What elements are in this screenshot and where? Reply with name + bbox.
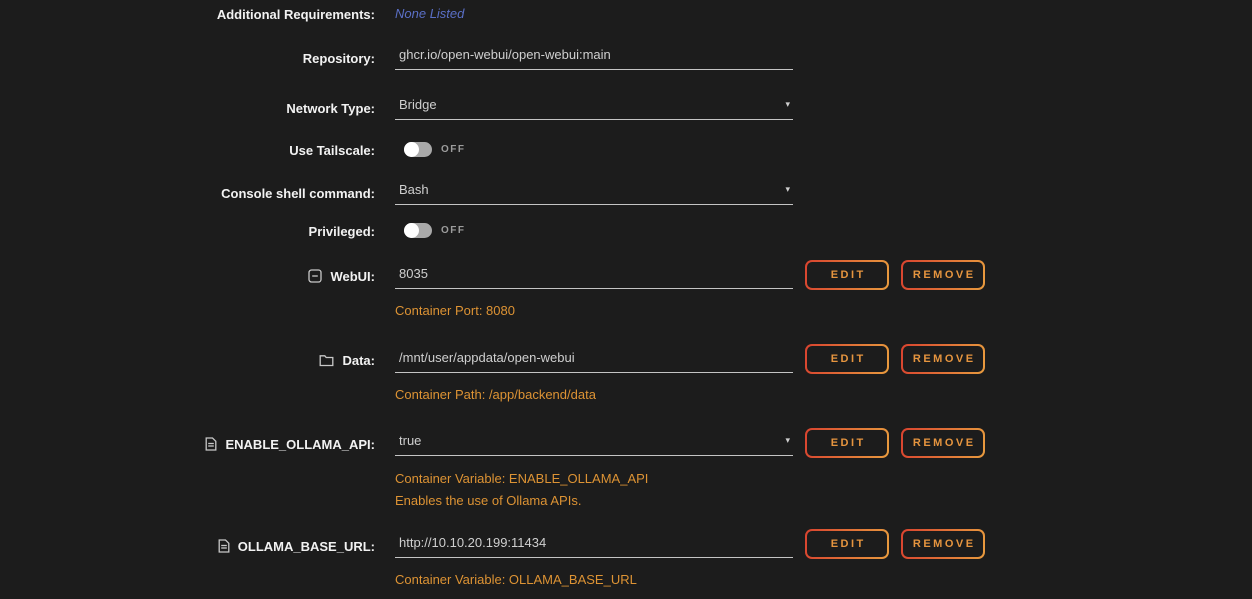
network-type-label: Network Type: [0, 99, 375, 117]
webui-remove-button[interactable]: REMOVE [901, 260, 985, 290]
chevron-down-icon: ▾ [785, 435, 790, 446]
console-shell-command-select[interactable]: Bash ▾ [395, 179, 793, 205]
enable-ollama-api-edit-button[interactable]: EDIT [805, 428, 889, 458]
ollama-base-url-label: OLLAMA_BASE_URL: [0, 537, 375, 555]
additional-requirements-label: Additional Requirements: [0, 5, 375, 23]
file-icon [218, 539, 230, 553]
docker-container-settings-form: Additional Requirements: None Listed Rep… [0, 0, 1252, 599]
port-icon [308, 269, 322, 283]
data-remove-button[interactable]: REMOVE [901, 344, 985, 374]
use-tailscale-state: OFF [441, 144, 466, 155]
folder-icon [319, 354, 334, 367]
ollama-base-url-edit-button[interactable]: EDIT [805, 529, 889, 559]
use-tailscale-label: Use Tailscale: [0, 141, 375, 159]
privileged-label: Privileged: [0, 222, 375, 240]
network-type-select[interactable]: Bridge ▾ [395, 94, 793, 120]
additional-requirements-value-link[interactable]: None Listed [395, 6, 464, 21]
toggle-knob [404, 223, 419, 238]
file-icon [205, 437, 217, 451]
data-edit-button[interactable]: EDIT [805, 344, 889, 374]
enable-ollama-api-label: ENABLE_OLLAMA_API: [0, 435, 375, 453]
enable-ollama-api-help: Enables the use of Ollama APIs. [395, 493, 581, 508]
data-path-description: Container Path: /app/backend/data [395, 387, 596, 402]
enable-ollama-api-remove-button[interactable]: REMOVE [901, 428, 985, 458]
webui-port-label: WebUI: [0, 267, 375, 285]
repository-label: Repository: [0, 49, 375, 67]
webui-port-input[interactable] [395, 263, 793, 289]
toggle-knob [404, 142, 419, 157]
ollama-base-url-description: Container Variable: OLLAMA_BASE_URL [395, 572, 637, 587]
enable-ollama-api-select[interactable]: true ▾ [395, 430, 793, 456]
ollama-base-url-remove-button[interactable]: REMOVE [901, 529, 985, 559]
privileged-toggle[interactable] [404, 223, 432, 238]
privileged-state: OFF [441, 225, 466, 236]
use-tailscale-toggle[interactable] [404, 142, 432, 157]
data-path-input[interactable] [395, 347, 793, 373]
enable-ollama-api-description: Container Variable: ENABLE_OLLAMA_API [395, 471, 648, 486]
webui-port-description: Container Port: 8080 [395, 303, 515, 318]
ollama-base-url-input[interactable] [395, 532, 793, 558]
data-path-label: Data: [0, 351, 375, 369]
repository-input[interactable] [395, 44, 793, 70]
chevron-down-icon: ▾ [785, 99, 790, 110]
chevron-down-icon: ▾ [785, 184, 790, 195]
console-shell-command-label: Console shell command: [0, 184, 375, 202]
webui-edit-button[interactable]: EDIT [805, 260, 889, 290]
